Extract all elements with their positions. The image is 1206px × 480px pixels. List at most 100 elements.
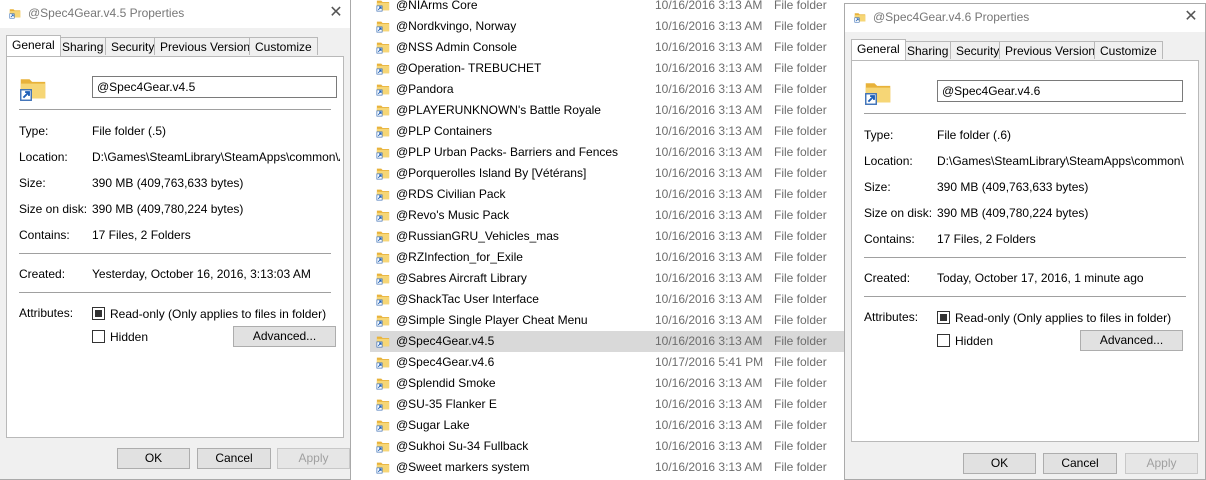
close-icon[interactable]: ✕ bbox=[326, 3, 346, 23]
folder-shortcut-icon bbox=[376, 103, 390, 117]
folder-shortcut-icon bbox=[376, 250, 390, 264]
item-date: 10/16/2016 3:13 AM bbox=[655, 124, 763, 138]
item-type: File folder bbox=[774, 187, 827, 201]
folder-shortcut-icon bbox=[376, 397, 390, 411]
item-name: @RDS Civilian Pack bbox=[396, 187, 506, 201]
list-item[interactable]: @PLP Urban Packs- Barriers and Fences 10/… bbox=[370, 142, 844, 163]
list-item[interactable]: @Revo's Music Pack 10/16/2016 3:13 AM File… bbox=[370, 205, 844, 226]
folder-shortcut-icon bbox=[376, 376, 390, 390]
folder-shortcut-icon bbox=[376, 313, 390, 327]
list-item[interactable]: @Nordkvingo, Norway 10/16/2016 3:13 AM Fil… bbox=[370, 16, 844, 37]
type-value: File folder (.5) bbox=[92, 124, 167, 138]
created-label: Created: bbox=[19, 267, 66, 281]
list-item[interactable]: @RDS Civilian Pack 10/16/2016 3:13 AM File… bbox=[370, 184, 844, 205]
item-name: @Porquerolles Island By [Vétérans] bbox=[396, 166, 587, 180]
cancel-button[interactable]: Cancel bbox=[1043, 453, 1117, 474]
item-type: File folder bbox=[774, 418, 827, 432]
item-name: @Sweet markers system bbox=[396, 460, 530, 474]
tab-customize[interactable]: Customize bbox=[1094, 41, 1163, 59]
item-name: @Spec4Gear.v4.6 bbox=[396, 355, 495, 369]
item-type: File folder bbox=[774, 292, 827, 306]
item-name: @NSS Admin Console bbox=[396, 40, 517, 54]
item-date: 10/17/2016 5:41 PM bbox=[655, 355, 764, 369]
close-icon[interactable]: ✕ bbox=[1181, 7, 1201, 27]
folder-shortcut-icon bbox=[376, 145, 390, 159]
list-item[interactable]: @NIArms Core 10/16/2016 3:13 AM File folde… bbox=[370, 0, 844, 16]
tab-customize[interactable]: Customize bbox=[249, 37, 318, 55]
folder-shortcut-icon bbox=[376, 271, 390, 285]
list-item[interactable]: @SU-35 Flanker E 10/16/2016 3:13 AM File f… bbox=[370, 394, 844, 415]
list-item[interactable]: @Porquerolles Island By [Vétérans] 10/16/… bbox=[370, 163, 844, 184]
list-item[interactable]: @NSS Admin Console 10/16/2016 3:13 AM File… bbox=[370, 37, 844, 58]
readonly-checkbox[interactable] bbox=[937, 311, 950, 324]
item-name: @PLAYERUNKNOWN's Battle Royale bbox=[396, 103, 601, 117]
list-item[interactable]: @RussianGRU_Vehicles_mas 10/16/2016 3:13 … bbox=[370, 226, 844, 247]
tab-previous-versions[interactable]: Previous Versions bbox=[999, 41, 1108, 59]
type-label: Type: bbox=[864, 128, 894, 142]
separator bbox=[19, 109, 331, 110]
tab-general[interactable]: General bbox=[6, 35, 61, 56]
folder-name-input[interactable] bbox=[92, 76, 337, 98]
tab-security[interactable]: Security bbox=[105, 37, 161, 55]
tab-general[interactable]: General bbox=[851, 39, 906, 60]
item-type: File folder bbox=[774, 397, 827, 411]
folder-shortcut-icon bbox=[376, 19, 390, 33]
item-date: 10/16/2016 3:13 AM bbox=[655, 0, 763, 12]
list-item[interactable]: @RZInfection_for_Exile 10/16/2016 3:13 AM… bbox=[370, 247, 844, 268]
advanced-button[interactable]: Advanced... bbox=[1080, 330, 1183, 351]
hidden-checkbox[interactable] bbox=[937, 334, 950, 347]
hidden-checkbox[interactable] bbox=[92, 330, 105, 343]
folder-shortcut-icon bbox=[376, 82, 390, 96]
list-item[interactable]: @Operation- TREBUCHET 10/16/2016 3:13 AM F… bbox=[370, 58, 844, 79]
list-item[interactable]: @Sugar Lake 10/16/2016 3:13 AM File folder bbox=[370, 415, 844, 436]
list-item[interactable]: @ShackTac User Interface 10/16/2016 3:13 … bbox=[370, 289, 844, 310]
readonly-label: Read-only (Only applies to files in fold… bbox=[955, 311, 1172, 325]
item-type: File folder bbox=[774, 334, 827, 348]
tab-sharing[interactable]: Sharing bbox=[901, 41, 955, 59]
cancel-button[interactable]: Cancel bbox=[197, 448, 271, 469]
item-name: @Spec4Gear.v4.5 bbox=[396, 334, 495, 348]
list-item[interactable]: @Sukhoi Su-34 Fullback 10/16/2016 3:13 AM… bbox=[370, 436, 844, 457]
list-item[interactable]: @Spec4Gear.v4.6 10/17/2016 5:41 PM File fo… bbox=[370, 352, 844, 373]
folder-shortcut-icon bbox=[376, 124, 390, 138]
folder-shortcut-icon bbox=[376, 292, 390, 306]
attributes-label: Attributes: bbox=[864, 310, 919, 324]
item-name: @Sugar Lake bbox=[396, 418, 470, 432]
folder-icon bbox=[9, 7, 21, 19]
readonly-checkbox[interactable] bbox=[92, 307, 105, 320]
ok-button[interactable]: OK bbox=[963, 453, 1036, 474]
ok-button[interactable]: OK bbox=[117, 448, 190, 469]
item-name: @Nordkvingo, Norway bbox=[396, 19, 517, 33]
item-name: @NIArms Core bbox=[396, 0, 478, 12]
item-name: @SU-35 Flanker E bbox=[396, 397, 497, 411]
item-type: File folder bbox=[774, 313, 827, 327]
list-item[interactable]: @PLP Containers 10/16/2016 3:13 AM File fo… bbox=[370, 121, 844, 142]
apply-button[interactable]: Apply bbox=[277, 448, 350, 469]
tab-strip: General Sharing Security Previous Versio… bbox=[851, 39, 1199, 60]
folder-shortcut-icon bbox=[376, 208, 390, 222]
list-item[interactable]: @Sweet markers system 10/16/2016 3:13 AM F… bbox=[370, 457, 844, 478]
item-type: File folder bbox=[774, 271, 827, 285]
properties-dialog-right: @Spec4Gear.v4.6 Properties ✕ General Sha… bbox=[844, 3, 1206, 480]
item-date: 10/16/2016 3:13 AM bbox=[655, 19, 763, 33]
list-item[interactable]: @Splendid Smoke 10/16/2016 3:13 AM File fo… bbox=[370, 373, 844, 394]
tab-previous-versions[interactable]: Previous Versions bbox=[154, 37, 263, 55]
item-date: 10/16/2016 3:13 AM bbox=[655, 439, 763, 453]
title-bar: @Spec4Gear.v4.6 Properties ✕ bbox=[845, 4, 1205, 32]
dialog-title: @Spec4Gear.v4.5 Properties bbox=[28, 6, 185, 20]
list-item[interactable]: @Spec4Gear.v4.5 10/16/2016 3:13 AM File fo… bbox=[370, 331, 844, 352]
size-on-disk-label: Size on disk: bbox=[864, 206, 933, 220]
list-item[interactable]: @Simple Single Player Cheat Menu 10/16/20… bbox=[370, 310, 844, 331]
size-on-disk-value: 390 MB (409,780,224 bytes) bbox=[92, 202, 244, 216]
list-item[interactable]: @PLAYERUNKNOWN's Battle Royale 10/16/2016… bbox=[370, 100, 844, 121]
list-item[interactable]: @Pandora 10/16/2016 3:13 AM File folder bbox=[370, 79, 844, 100]
tab-security[interactable]: Security bbox=[950, 41, 1006, 59]
tab-sharing[interactable]: Sharing bbox=[56, 37, 110, 55]
folder-shortcut-icon bbox=[376, 61, 390, 75]
folder-shortcut-icon bbox=[376, 187, 390, 201]
apply-button[interactable]: Apply bbox=[1125, 453, 1198, 474]
list-item[interactable]: @Sabres Aircraft Library 10/16/2016 3:13 … bbox=[370, 268, 844, 289]
advanced-button[interactable]: Advanced... bbox=[233, 326, 336, 347]
item-date: 10/16/2016 3:13 AM bbox=[655, 313, 763, 327]
folder-name-input[interactable] bbox=[937, 80, 1183, 102]
